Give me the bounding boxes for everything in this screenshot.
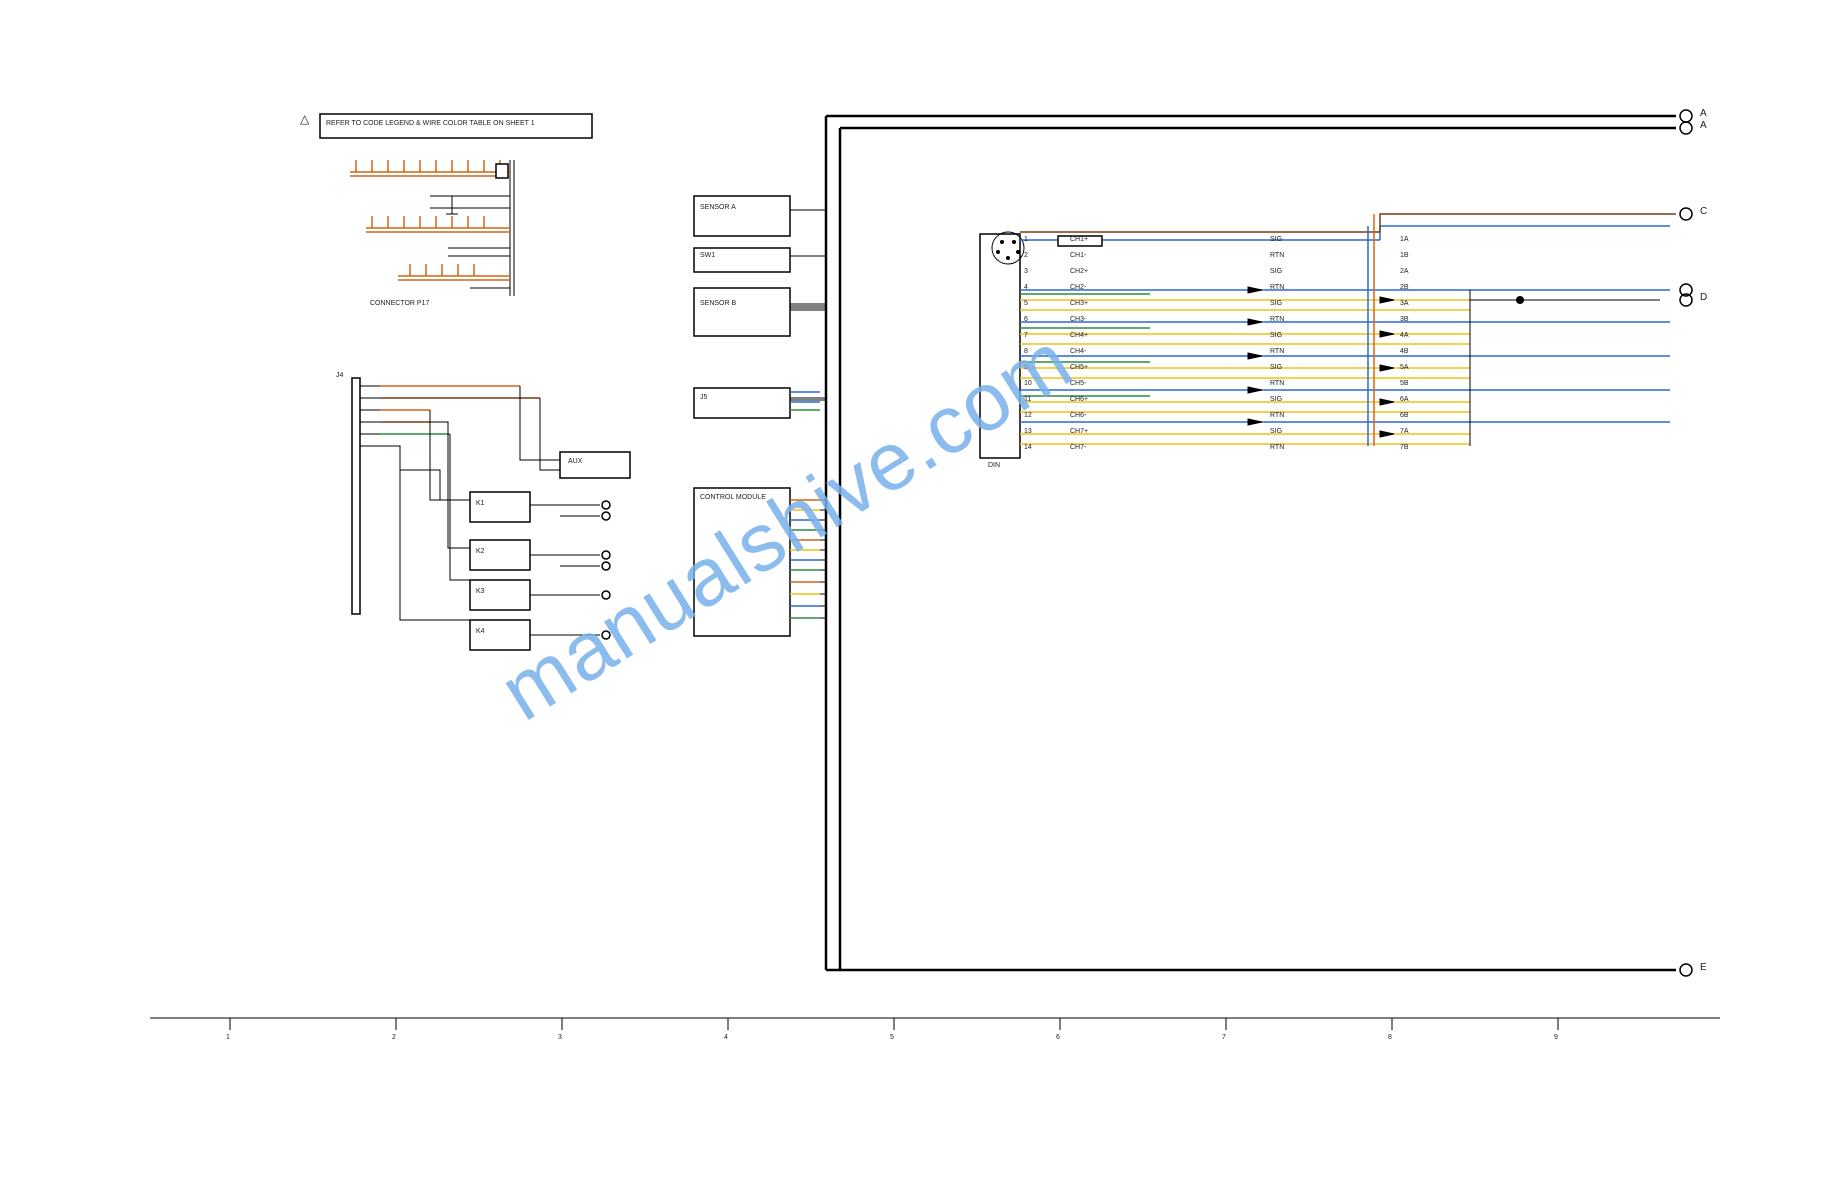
harness-row-12-l: CH7+ [1070, 428, 1088, 435]
harness-row-2-r: 2A [1400, 268, 1409, 275]
footer-tick-5: 5 [890, 1034, 894, 1041]
harness-row-7-l: CH4- [1070, 348, 1086, 355]
footer-tick-9: 9 [1554, 1034, 1558, 1041]
harness-row-3-r: 2B [1400, 284, 1409, 291]
box-ctrl-module: CONTROL MODULE [700, 494, 784, 501]
harness-row-4-r: 3A [1400, 300, 1409, 307]
harness-row-7-r: 4B [1400, 348, 1409, 355]
harness-row-13-m: RTN [1270, 444, 1284, 451]
harness-row-4-bus: 5 [1024, 300, 1028, 307]
harness-row-6-bus: 7 [1024, 332, 1028, 339]
harness-row-9-m: RTN [1270, 380, 1284, 387]
footer-tick-3: 3 [558, 1034, 562, 1041]
harness-row-11-m: RTN [1270, 412, 1284, 419]
harness-row-0-r: 1A [1400, 236, 1409, 243]
harness-row-9-l: CH5- [1070, 380, 1086, 387]
footer-tick-8: 8 [1388, 1034, 1392, 1041]
harness-row-5-m: RTN [1270, 316, 1284, 323]
relay-k3: K3 [476, 588, 485, 595]
relay-k2: K2 [476, 548, 485, 555]
aux-box-label: AUX [568, 458, 582, 465]
harness-row-7-bus: 8 [1024, 348, 1028, 355]
schematic-canvas [0, 0, 1836, 1188]
harness-row-10-l: CH6+ [1070, 396, 1088, 403]
warning-icon: △ [300, 112, 309, 126]
harness-row-8-m: SIG [1270, 364, 1282, 371]
harness-row-9-bus: 10 [1024, 380, 1032, 387]
harness-row-9-r: 5B [1400, 380, 1409, 387]
footer-tick-6: 6 [1056, 1034, 1060, 1041]
connector-p17-name: CONNECTOR P17 [370, 300, 429, 307]
harness-row-0-m: SIG [1270, 236, 1282, 243]
header-note: REFER TO CODE LEGEND & WIRE COLOR TABLE … [326, 120, 586, 127]
footer-tick-4: 4 [724, 1034, 728, 1041]
harness-row-10-bus: 11 [1024, 396, 1031, 403]
harness-row-3-m: RTN [1270, 284, 1284, 291]
harness-row-6-l: CH4+ [1070, 332, 1088, 339]
harness-row-8-r: 5A [1400, 364, 1409, 371]
footer-tick-1: 1 [226, 1034, 230, 1041]
busnode-d: D [1700, 292, 1707, 303]
harness-row-1-r: 1B [1400, 252, 1409, 259]
relay-bank [470, 492, 610, 650]
harness-row-13-r: 7B [1400, 444, 1409, 451]
harness-row-10-m: SIG [1270, 396, 1282, 403]
box-sensor-a: SENSOR A [700, 204, 736, 211]
harness-row-2-l: CH2+ [1070, 268, 1088, 275]
harness-row-10-r: 6A [1400, 396, 1409, 403]
harness-row-2-m: SIG [1270, 268, 1282, 275]
harness-row-5-l: CH3- [1070, 316, 1086, 323]
footer-tick-2: 2 [392, 1034, 396, 1041]
harness-row-1-bus: 2 [1024, 252, 1028, 259]
harness-row-6-r: 4A [1400, 332, 1409, 339]
busnode-a2: A [1700, 120, 1707, 131]
busnode-e: E [1700, 962, 1707, 973]
harness-row-12-r: 7A [1400, 428, 1409, 435]
box-j5: J5 [700, 394, 707, 401]
relay-k1: K1 [476, 500, 485, 507]
harness-row-2-bus: 3 [1024, 268, 1028, 275]
connector-j4-name: J4 [336, 372, 343, 379]
box-sw1: SW1 [700, 252, 715, 259]
harness-row-7-m: RTN [1270, 348, 1284, 355]
harness-row-5-bus: 6 [1024, 316, 1028, 323]
harness-row-8-bus: 9 [1024, 364, 1028, 371]
harness-row-6-m: SIG [1270, 332, 1282, 339]
busnode-a1: A [1700, 108, 1707, 119]
harness-row-12-m: SIG [1270, 428, 1282, 435]
harness-row-0-bus: 1 [1024, 236, 1028, 243]
harness-row-8-l: CH5+ [1070, 364, 1088, 371]
busnode-c: C [1700, 206, 1707, 217]
harness-row-0-l: CH1+ [1070, 236, 1088, 243]
box-sensor-b: SENSOR B [700, 300, 736, 307]
harness-row-11-bus: 12 [1024, 412, 1032, 419]
harness-row-12-bus: 13 [1024, 428, 1032, 435]
harness-row-3-l: CH2- [1070, 284, 1086, 291]
harness-row-13-l: CH7- [1070, 444, 1086, 451]
connector-p17 [350, 160, 514, 296]
harness-row-1-l: CH1- [1070, 252, 1086, 259]
harness-row-13-bus: 14 [1024, 444, 1032, 451]
harness-row-4-m: SIG [1270, 300, 1282, 307]
footer-tick-7: 7 [1222, 1034, 1226, 1041]
harness-row-1-m: RTN [1270, 252, 1284, 259]
harness-row-5-r: 3B [1400, 316, 1409, 323]
relay-k4: K4 [476, 628, 485, 635]
harness-row-4-l: CH3+ [1070, 300, 1088, 307]
din-label: DIN [988, 462, 1000, 469]
harness-row-3-bus: 4 [1024, 284, 1028, 291]
harness-row-11-l: CH6- [1070, 412, 1086, 419]
harness-row-11-r: 6B [1400, 412, 1409, 419]
